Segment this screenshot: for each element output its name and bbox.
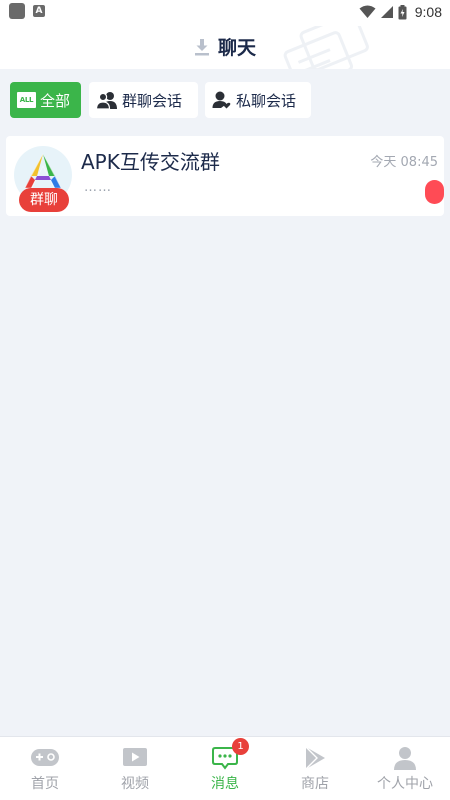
- status-bar: A 9:08: [0, 0, 450, 24]
- single-user-icon: [212, 91, 231, 109]
- store-play-icon: [305, 746, 325, 770]
- tab-store[interactable]: 商店: [270, 737, 360, 800]
- filter-private-chat-label: 私聊会话: [236, 91, 297, 110]
- a-icon: A: [33, 5, 45, 17]
- header: 聊天: [0, 24, 450, 69]
- all-badge-icon: ALL: [17, 92, 36, 108]
- tab-video-label: 视频: [121, 776, 149, 792]
- gamepad-icon: [31, 749, 59, 766]
- filter-group-chat-chip[interactable]: 群聊会话: [89, 82, 198, 118]
- tab-home-label: 首页: [31, 776, 59, 792]
- chat-list-item[interactable]: 群聊 APK互传交流群 …… 今天 08:45: [6, 136, 444, 216]
- signal-icon: [380, 6, 393, 18]
- app-icon: [9, 3, 25, 19]
- filter-all-chip[interactable]: ALL 全部: [10, 82, 81, 118]
- wifi-icon: [359, 5, 376, 18]
- group-chat-badge: 群聊: [19, 188, 69, 212]
- bottom-tab-bar: 首页 视频 消息 商店 个人中心: [0, 736, 450, 800]
- video-play-icon: [123, 748, 147, 766]
- page-title: 聊天: [217, 37, 256, 59]
- status-icons: 9:08: [359, 2, 442, 22]
- tab-messages-label: 消息: [211, 776, 239, 792]
- tab-home[interactable]: 首页: [0, 737, 90, 800]
- clock: 9:08: [414, 4, 442, 20]
- filter-bar: ALL 全部 群聊会话 私聊会话: [0, 69, 450, 129]
- battery-icon: [398, 4, 407, 19]
- message-count-badge: 1: [232, 738, 249, 755]
- filter-all-label: 全部: [40, 91, 71, 110]
- tab-profile[interactable]: 个人中心: [360, 737, 450, 800]
- person-icon: [394, 747, 416, 770]
- chat-name: APK互传交流群: [81, 150, 220, 174]
- tab-profile-label: 个人中心: [377, 776, 433, 792]
- filter-group-chat-label: 群聊会话: [122, 91, 183, 110]
- download-icon[interactable]: [194, 38, 210, 56]
- chat-time: 今天 08:45: [370, 155, 438, 170]
- tab-store-label: 商店: [301, 776, 329, 792]
- tab-messages[interactable]: 消息: [180, 737, 270, 800]
- chat-preview: ……: [84, 180, 112, 195]
- unread-indicator: [425, 180, 444, 204]
- group-users-icon: [96, 92, 117, 109]
- filter-private-chat-chip[interactable]: 私聊会话: [205, 82, 311, 118]
- tab-video[interactable]: 视频: [90, 737, 180, 800]
